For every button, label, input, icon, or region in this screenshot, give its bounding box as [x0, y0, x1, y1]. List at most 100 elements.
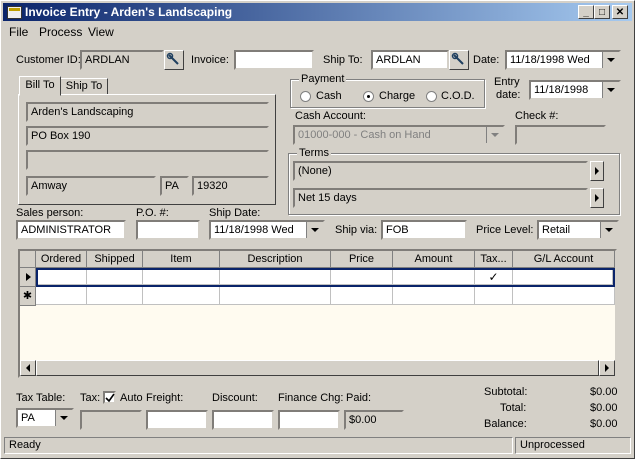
- scroll-left-button[interactable]: [20, 360, 36, 376]
- total-label: Total:: [500, 402, 527, 414]
- check-number-field[interactable]: [515, 125, 606, 145]
- terms-field-2[interactable]: Net 15 days: [293, 188, 588, 208]
- payment-charge-radio[interactable]: [363, 91, 374, 102]
- cell-amount[interactable]: [393, 287, 475, 305]
- menu-file[interactable]: File: [9, 25, 28, 39]
- entry-date-label-line1: Entry: [494, 76, 520, 88]
- sales-person-field[interactable]: ADMINISTRATOR: [16, 220, 126, 240]
- ship-date-value: 11/18/1998 Wed: [214, 224, 294, 236]
- ship-to-lookup-button[interactable]: [449, 50, 469, 70]
- col-description[interactable]: Description: [220, 251, 331, 268]
- col-item[interactable]: Item: [143, 251, 220, 268]
- bill-to-address1[interactable]: PO Box 190: [26, 126, 269, 146]
- col-price[interactable]: Price: [331, 251, 393, 268]
- arrow-right-icon: [605, 364, 609, 372]
- customer-id-field[interactable]: ARDLAN: [80, 50, 164, 70]
- cell-gl-account[interactable]: [513, 287, 615, 305]
- cell-description[interactable]: [220, 287, 331, 305]
- row-selector-new[interactable]: ✱: [20, 287, 36, 306]
- terms-1-arrow-button[interactable]: [590, 161, 604, 181]
- cell-ordered[interactable]: [38, 270, 87, 285]
- close-button[interactable]: ✕: [612, 5, 628, 19]
- cell-item[interactable]: [143, 270, 220, 285]
- payment-charge-label[interactable]: Charge: [379, 90, 415, 102]
- grid-horizontal-scrollbar[interactable]: [20, 360, 615, 376]
- cell-item[interactable]: [143, 287, 220, 305]
- ship-to-field[interactable]: ARDLAN: [371, 50, 449, 70]
- row-header-corner: [20, 251, 36, 268]
- finance-charge-field[interactable]: [278, 410, 340, 430]
- cell-shipped[interactable]: [87, 270, 143, 285]
- terms-2-arrow-button[interactable]: [590, 188, 604, 208]
- cash-account-select[interactable]: 01000-000 - Cash on Hand: [293, 125, 505, 145]
- cash-account-dropdown-button[interactable]: [486, 127, 503, 143]
- minimize-button[interactable]: _: [578, 5, 594, 19]
- col-amount[interactable]: Amount: [393, 251, 475, 268]
- ship-date-label: Ship Date:: [209, 207, 261, 219]
- cell-tax[interactable]: [475, 287, 513, 305]
- tab-bill-to[interactable]: Bill To: [19, 76, 61, 96]
- col-tax[interactable]: Tax...: [475, 251, 513, 268]
- discount-label: Discount:: [212, 392, 258, 404]
- cell-amount[interactable]: [393, 270, 475, 285]
- cell-price[interactable]: [331, 287, 393, 305]
- freight-field[interactable]: [146, 410, 208, 430]
- scroll-right-button[interactable]: [599, 360, 615, 376]
- line-items-grid[interactable]: Ordered Shipped Item Description Price A…: [18, 249, 617, 378]
- invoice-field[interactable]: [234, 50, 314, 70]
- discount-field[interactable]: [212, 410, 274, 430]
- tax-table-select[interactable]: PA: [16, 408, 74, 428]
- cell-description[interactable]: [220, 270, 331, 285]
- total-value: $0.00: [590, 402, 618, 414]
- ship-via-field[interactable]: FOB: [381, 220, 467, 240]
- bill-to-zip[interactable]: 19320: [192, 176, 269, 196]
- entry-date-field[interactable]: 11/18/1998: [529, 80, 621, 100]
- payment-cash-label[interactable]: Cash: [316, 90, 342, 102]
- price-level-dropdown-button[interactable]: [600, 222, 617, 238]
- bill-to-city[interactable]: Amway: [26, 176, 156, 196]
- sales-person-label: Sales person:: [16, 207, 84, 219]
- tax-amount-field[interactable]: [80, 410, 142, 430]
- scroll-thumb[interactable]: [36, 360, 599, 376]
- customer-lookup-button[interactable]: [164, 50, 184, 70]
- payment-cash-radio[interactable]: [300, 91, 311, 102]
- date-dropdown-button[interactable]: [602, 52, 619, 68]
- title-bar[interactable]: Invoice Entry - Arden's Landscaping _ □ …: [3, 3, 632, 21]
- price-level-value: Retail: [542, 224, 571, 236]
- cash-account-value: 01000-000 - Cash on Hand: [298, 129, 431, 141]
- ship-date-dropdown-button[interactable]: [306, 222, 323, 238]
- table-row-new[interactable]: [36, 287, 615, 306]
- tax-label: Tax:: [80, 392, 101, 404]
- col-shipped[interactable]: Shipped: [87, 251, 143, 268]
- checkmark-icon: [105, 393, 115, 403]
- cell-ordered[interactable]: [36, 287, 87, 305]
- col-ordered[interactable]: Ordered: [36, 251, 87, 268]
- bill-to-name[interactable]: Arden's Landscaping: [26, 102, 269, 122]
- auto-tax-label[interactable]: Auto: [120, 392, 143, 404]
- cell-shipped[interactable]: [87, 287, 143, 305]
- maximize-button[interactable]: □: [594, 5, 610, 19]
- ship-date-field[interactable]: 11/18/1998 Wed: [209, 220, 325, 240]
- cell-price[interactable]: [331, 270, 393, 285]
- entry-date-dropdown-button[interactable]: [602, 82, 619, 98]
- payment-cod-label[interactable]: C.O.D.: [441, 90, 475, 102]
- cell-gl-account[interactable]: [513, 270, 613, 285]
- tax-table-value: PA: [21, 412, 35, 424]
- bill-to-state[interactable]: PA: [160, 176, 189, 196]
- cell-tax-checkmark[interactable]: ✓: [475, 270, 513, 285]
- table-row[interactable]: ✓: [36, 268, 615, 287]
- arrow-left-icon: [26, 364, 30, 372]
- menu-view[interactable]: View: [88, 25, 114, 39]
- auto-tax-checkbox[interactable]: [103, 391, 116, 404]
- row-selector-current[interactable]: [20, 268, 36, 287]
- date-field[interactable]: 11/18/1998 Wed: [505, 50, 621, 70]
- menu-process[interactable]: Process: [39, 25, 82, 39]
- payment-cod-radio[interactable]: [426, 91, 437, 102]
- tax-table-dropdown-button[interactable]: [55, 410, 72, 426]
- col-gl-account[interactable]: G/L Account: [513, 251, 615, 268]
- tab-ship-to[interactable]: Ship To: [60, 78, 108, 95]
- bill-to-address2[interactable]: [26, 150, 269, 170]
- terms-field-1[interactable]: (None): [293, 161, 588, 181]
- price-level-select[interactable]: Retail: [537, 220, 619, 240]
- po-field[interactable]: [136, 220, 200, 240]
